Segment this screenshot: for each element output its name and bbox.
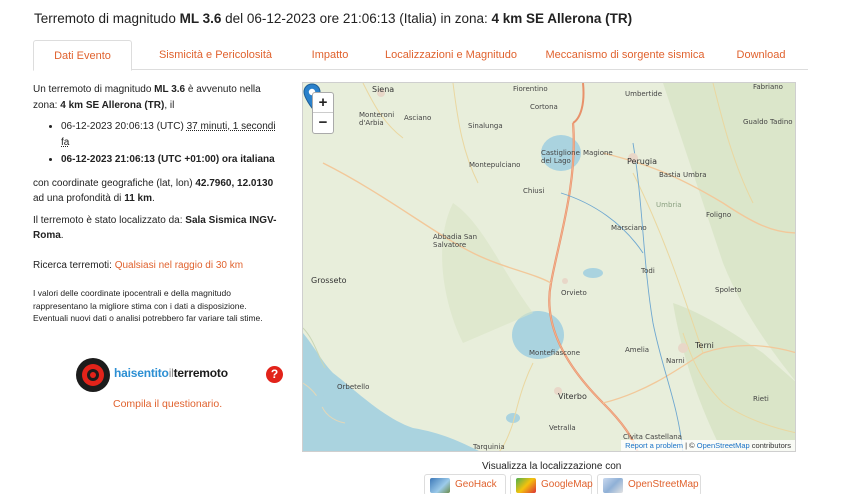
osm-icon: [603, 478, 623, 493]
event-times: 06-12-2023 20:06:13 (UTC) 37 minuti, 1 s…: [33, 119, 283, 168]
map-label: Terni: [695, 341, 714, 350]
zoom-control: + −: [312, 92, 334, 134]
map-label: Montefiascone: [529, 349, 581, 357]
map-label: Sinalunga: [468, 122, 503, 130]
tab-meccanismo[interactable]: Meccanismo di sorgente sismica: [535, 40, 715, 70]
tab-impatto[interactable]: Impatto: [295, 40, 365, 70]
map-label: Tarquinia: [473, 443, 505, 451]
map-label: Fabriano: [753, 83, 783, 91]
utc-time: 06-12-2023 20:06:13 (UTC) 37 minuti, 1 s…: [61, 119, 283, 150]
zoom-in-button[interactable]: +: [313, 93, 333, 113]
target-icon: [76, 358, 110, 392]
google-maps-icon: [516, 478, 536, 493]
map-label: Narni: [666, 357, 685, 365]
map-label: Bastia Umbra: [659, 171, 707, 179]
tab-localizzazioni[interactable]: Localizzazioni e Magnitudo: [371, 40, 531, 70]
report-problem-link[interactable]: Report a problem: [625, 441, 683, 450]
map-label: Asciano: [404, 114, 432, 122]
question-icon: ?: [266, 366, 283, 383]
map-label: Abbadia San Salvatore: [433, 233, 478, 249]
map-tiles: [303, 83, 795, 451]
disclaimer: I valori delle coordinate ipocentrali e …: [33, 288, 263, 323]
map-label: Monteroni d'Arbia: [359, 111, 395, 127]
event-map[interactable]: Siena Fiorentino Umbertide Fabriano Mont…: [302, 82, 796, 452]
map-label: Siena: [372, 85, 395, 94]
map-label: Rieti: [753, 395, 769, 403]
event-info-panel: Un terremoto di magnitudo ML 3.6 è avven…: [33, 82, 283, 331]
openstreetmap-button[interactable]: OpenStreetMap: [597, 474, 701, 494]
event-summary: Un terremoto di magnitudo ML 3.6 è avven…: [33, 84, 261, 111]
search-earthquakes: Ricerca terremoti: Qualsiasi nel raggio …: [33, 259, 244, 271]
local-time: 06-12-2023 21:06:13 (UTC +01:00) ora ita…: [61, 152, 283, 168]
map-label: Montepulciano: [469, 161, 521, 169]
globe-icon: [430, 478, 450, 493]
event-coordinates: con coordinate geografiche (lat, lon) 42…: [33, 177, 274, 205]
map-label: Viterbo: [558, 392, 587, 401]
osm-link[interactable]: OpenStreetMap: [697, 441, 750, 450]
map-label: Marsciano: [611, 224, 647, 232]
map-label: Orvieto: [561, 289, 587, 297]
map-label: Cortona: [530, 103, 558, 111]
tab-dati-evento[interactable]: Dati Evento: [33, 40, 132, 71]
visualize-label: Visualizza la localizzazione con: [482, 461, 622, 472]
map-label: Perugia: [627, 157, 658, 166]
tab-download[interactable]: Download: [725, 40, 797, 70]
geohack-button[interactable]: GeoHack: [424, 474, 506, 494]
questionnaire-link[interactable]: Compila il questionario.: [113, 398, 222, 410]
map-label: Amelia: [625, 346, 650, 354]
map-label: Vetralla: [549, 424, 576, 432]
map-label: Spoleto: [715, 286, 742, 294]
map-label: Magione: [583, 149, 613, 157]
map-label: Foligno: [706, 211, 732, 219]
hsit-logo-text: haisentitoilterremoto: [114, 366, 228, 380]
page-title: Terremoto di magnitudo ML 3.6 del 06-12-…: [34, 11, 633, 26]
googlemap-button[interactable]: GoogleMap: [510, 474, 593, 494]
hai-sentito-il-terremoto-logo[interactable]: haisentitoilterremoto ?: [76, 358, 283, 392]
map-label: Chiusi: [523, 187, 545, 195]
map-label: Castiglione del Lago: [541, 149, 580, 165]
search-radius-link[interactable]: Qualsiasi nel raggio di 30 km: [115, 260, 243, 271]
zoom-out-button[interactable]: −: [313, 113, 333, 133]
located-by: Il terremoto è stato localizzato da: Sal…: [33, 214, 277, 242]
map-attribution: Report a problem | © OpenStreetMap contr…: [621, 440, 795, 451]
tab-sismicita[interactable]: Sismicità e Pericolosità: [138, 40, 293, 70]
map-label: Grosseto: [311, 276, 347, 285]
tab-bar: Dati Evento Sismicità e Pericolosità Imp…: [33, 40, 808, 71]
map-label: Gualdo Tadino: [743, 118, 793, 126]
map-label: Todi: [641, 267, 655, 275]
map-label: Umbertide: [625, 90, 663, 98]
map-label: Umbria: [656, 201, 682, 209]
map-label: Orbetello: [337, 383, 370, 391]
map-label: Fiorentino: [513, 85, 548, 93]
